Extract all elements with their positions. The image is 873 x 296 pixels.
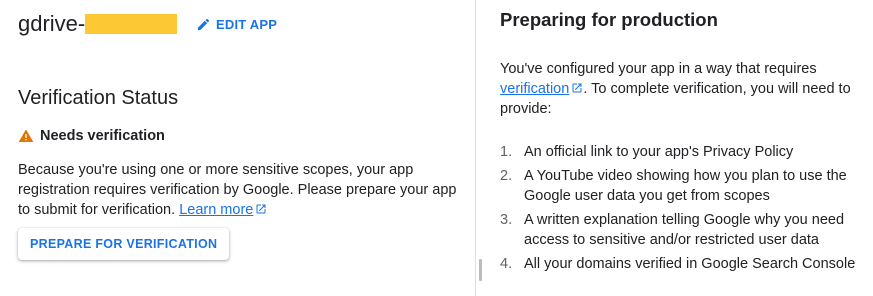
external-link-icon — [256, 204, 266, 214]
right-panel: Preparing for production You've configur… — [476, 0, 873, 296]
status-label: Needs verification — [40, 128, 165, 144]
edit-app-label: EDIT APP — [216, 17, 278, 32]
edit-icon — [197, 18, 210, 31]
app-title-text: gdrive- — [18, 11, 86, 36]
learn-more-link[interactable]: Learn more — [179, 202, 253, 218]
list-item: 3. A written explanation telling Google w… — [500, 212, 845, 248]
list-item: 1. An official link to your app's Privacy… — [500, 144, 794, 160]
warning-icon — [18, 129, 34, 142]
verification-link[interactable]: verification — [500, 81, 569, 97]
verification-status: Needs verification — [18, 128, 165, 144]
verification-description: Because you're using one or more sensiti… — [18, 160, 463, 220]
external-link-icon — [572, 83, 582, 93]
requirements-list: 1. An official link to your app's Privacy… — [500, 142, 870, 278]
list-item: 4. All your domains verified in Google Se… — [500, 256, 856, 272]
left-panel: gdrive- EDIT APP Verification Status Nee… — [0, 0, 475, 296]
prepare-for-verification-button[interactable]: PREPARE FOR VERIFICATION — [18, 228, 230, 260]
list-item: 2. A YouTube video showing how you plan t… — [500, 168, 847, 204]
production-heading: Preparing for production — [500, 9, 718, 30]
app-title: gdrive- — [18, 10, 178, 38]
redacted-block — [85, 14, 178, 34]
production-intro: You've configured your app in a way that… — [500, 61, 851, 117]
edit-app-button[interactable]: EDIT APP — [196, 17, 277, 32]
verification-heading: Verification Status — [18, 87, 179, 109]
